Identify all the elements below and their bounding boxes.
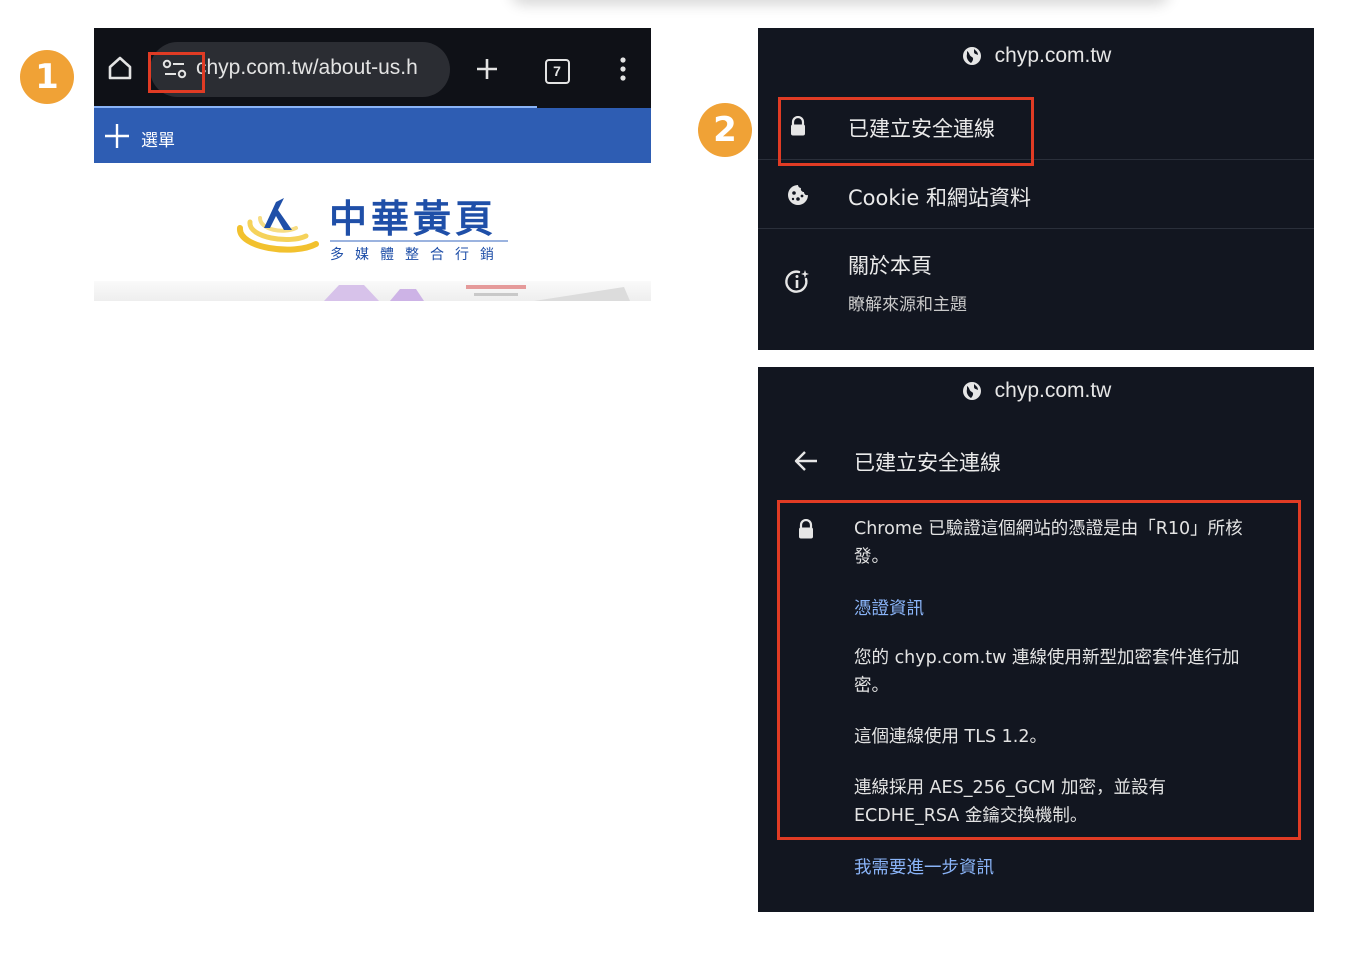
site-domain: chyp.com.tw: [994, 379, 1112, 402]
divider: [758, 228, 1314, 229]
logo-emblem-icon: [237, 198, 319, 253]
logo-subtitle: 多媒體整合行銷: [330, 247, 505, 263]
step-2-badge: 2: [698, 103, 752, 157]
logo-title: 中華黃頁: [329, 197, 498, 241]
about-page-label: 關於本頁: [848, 254, 932, 278]
site-info-panel: chyp.com.tw 已建立安全連線 Cookie 和網站資料 關於本頁 瞭解…: [758, 28, 1314, 350]
new-tab-plus-icon[interactable]: [472, 54, 502, 84]
mobile-browser-screenshot: chyp.com.tw/about-us.h 7 選單 中華黃頁 多媒體整合行銷: [94, 28, 651, 301]
back-arrow-icon[interactable]: [791, 447, 821, 475]
security-details-title: 已建立安全連線: [854, 451, 1001, 475]
step-1-badge: 1: [20, 50, 74, 104]
tab-count: 7: [544, 58, 570, 84]
more-menu-icon[interactable]: [610, 54, 636, 84]
url-text: chyp.com.tw/about-us.h: [196, 56, 418, 79]
site-logo[interactable]: 中華黃頁 多媒體整合行銷: [234, 188, 534, 268]
home-icon[interactable]: [104, 52, 136, 84]
globe-icon: [962, 382, 981, 400]
menu-plus-icon: [102, 121, 132, 151]
security-details-highlight-box: [777, 500, 1301, 840]
browser-toolbar: chyp.com.tw/about-us.h 7: [94, 28, 651, 108]
site-menu-label: 選單: [141, 131, 175, 151]
logo-underline: [330, 240, 508, 242]
site-domain: chyp.com.tw: [994, 44, 1112, 67]
site-menu-bar[interactable]: 選單: [94, 108, 651, 163]
panel-header: chyp.com.tw: [758, 44, 1314, 68]
tab-switcher-button[interactable]: 7: [542, 56, 572, 86]
cookie-icon: [785, 182, 811, 208]
globe-icon: [962, 47, 981, 65]
learn-more-link[interactable]: 我需要進一步資訊: [854, 854, 994, 879]
cookies-label: Cookie 和網站資料: [848, 186, 1031, 210]
panel-header: chyp.com.tw: [758, 379, 1314, 403]
about-page-sublabel: 瞭解來源和主題: [848, 295, 967, 315]
tune-icon-highlight-box: [148, 52, 205, 93]
banner-image-strip: [94, 281, 651, 301]
secure-connection-highlight-box: [778, 97, 1034, 166]
about-page-icon: [784, 268, 812, 296]
